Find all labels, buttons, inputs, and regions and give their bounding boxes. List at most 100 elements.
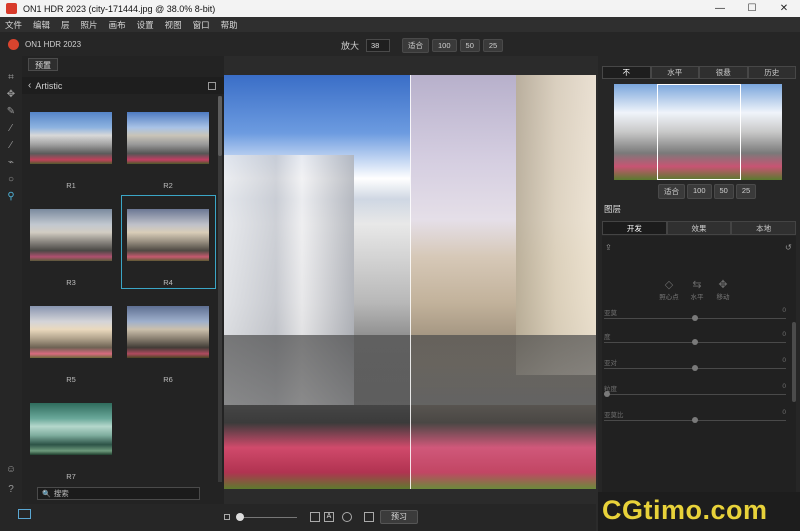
reset-icon[interactable]: ↺ [785, 243, 792, 252]
slider-row[interactable]: 亚莫比 0 [604, 409, 786, 425]
search-icon: 🔍 [42, 490, 51, 498]
menu-layer[interactable]: 层 [61, 19, 70, 31]
nav-50-button[interactable]: 50 [713, 184, 734, 199]
brush-size-slider[interactable] [237, 517, 297, 518]
export-icon[interactable]: ⇪ [605, 243, 612, 252]
close-button[interactable]: ✕ [768, 3, 800, 14]
user-icon[interactable]: ☺ [5, 464, 17, 476]
zoom-50-button[interactable]: 50 [459, 39, 480, 52]
layers-header: 图层 [604, 204, 622, 214]
search-placeholder: 搜索 [53, 489, 69, 498]
slider-knob[interactable] [236, 513, 244, 521]
app-name: ON1 HDR 2023 [25, 39, 82, 49]
preset-label: R7 [66, 472, 76, 481]
window-controls: — ☐ ✕ [704, 3, 800, 14]
preview-button[interactable]: 预习 [380, 510, 418, 524]
preset-thumb-r6[interactable] [127, 306, 209, 358]
nav-100-button[interactable]: 100 [687, 184, 712, 199]
category-title: Artistic [35, 80, 63, 91]
slider-knob[interactable] [692, 315, 698, 321]
tool-strip: ⌗ ✥ ✎ ⁄ ∕ ⌁ ○ ⚲ ☺ ? [0, 56, 22, 531]
gradient-tool-icon[interactable]: ∕ [5, 140, 17, 152]
zoom-100-button[interactable]: 100 [432, 39, 457, 52]
photo-canvas[interactable] [224, 75, 596, 489]
tab-history[interactable]: 历史 [747, 66, 796, 79]
minimize-button[interactable]: — [704, 3, 736, 14]
navigator-tabs: 不 水平 很悬 历史 [602, 66, 796, 79]
tab-effects[interactable]: 效果 [666, 221, 732, 235]
menu-bar: 文件 编辑 层 照片 画布 设置 视图 窗口 帮助 [0, 17, 800, 32]
slider-knob[interactable] [692, 365, 698, 371]
slider-row[interactable]: 亚莫 0 [604, 307, 786, 323]
masking-brush-icon[interactable]: ⁄ [5, 123, 17, 135]
preset-thumb-r2[interactable] [127, 112, 209, 164]
tab-navigator[interactable]: 不 [602, 66, 651, 79]
menu-window[interactable]: 窗口 [193, 19, 210, 31]
title-bar: ON1 HDR 2023 (city-171444.jpg @ 38.0% 8-… [0, 0, 800, 17]
menu-photo[interactable]: 照片 [81, 19, 98, 31]
app-logo-icon [8, 38, 19, 50]
tab-info[interactable]: 很悬 [699, 66, 748, 79]
menu-file[interactable]: 文件 [5, 19, 22, 31]
image-icon[interactable] [364, 512, 374, 522]
tab-develop[interactable]: 开发 [602, 221, 667, 235]
watermark: CGtimo.com [598, 492, 800, 531]
mask-icon: ◇ [664, 279, 674, 291]
slider-knob[interactable] [604, 391, 610, 397]
move-tool-icon[interactable]: ✥ [5, 89, 17, 101]
left-bottom-bar [0, 504, 224, 531]
clone-tool-icon[interactable]: ○ [5, 174, 17, 186]
nav-fit-button[interactable]: 适合 [658, 184, 685, 199]
tab-levels[interactable]: 水平 [650, 66, 699, 79]
menu-edit[interactable]: 编辑 [33, 19, 50, 31]
preset-search-input[interactable]: 🔍 搜索 [37, 487, 200, 500]
presets-tab[interactable]: 预置 [28, 58, 58, 71]
menu-canvas[interactable]: 画布 [109, 19, 126, 31]
retouch-tool-icon[interactable]: ⌁ [5, 157, 17, 169]
text-icon[interactable]: A [324, 512, 334, 522]
circle-icon[interactable] [342, 512, 352, 522]
app-icon [6, 3, 17, 14]
slider-row[interactable]: 亚对 0 [604, 357, 786, 373]
menu-help[interactable]: 帮助 [221, 19, 238, 31]
zoom-tool-icon[interactable]: ⚲ [5, 191, 17, 203]
mode-mask[interactable]: ◇ 照心点 [657, 278, 681, 301]
brush-tool-icon[interactable]: ✎ [5, 106, 17, 118]
menu-view[interactable]: 视图 [165, 19, 182, 31]
tab-local[interactable]: 本地 [731, 221, 797, 235]
preset-thumb-r3[interactable] [30, 209, 112, 261]
slider-knob[interactable] [692, 417, 698, 423]
mode-horizontal[interactable]: ⇆ 水平 [685, 278, 709, 301]
grid-view-icon[interactable] [208, 81, 216, 90]
nav-25-button[interactable]: 25 [735, 184, 757, 199]
small-square-icon [224, 514, 230, 520]
preset-label: R1 [66, 181, 76, 190]
maximize-button[interactable]: ☐ [736, 3, 768, 14]
split-divider[interactable] [410, 75, 411, 489]
help-icon[interactable]: ? [5, 484, 17, 496]
crop-tool-icon[interactable]: ⌗ [5, 72, 17, 84]
navigator-viewport[interactable] [657, 84, 741, 180]
zoom-select[interactable]: 38 [366, 39, 391, 52]
right-scrollbar[interactable] [792, 322, 796, 402]
mode-move[interactable]: ✥ 移动 [711, 278, 735, 301]
menu-settings[interactable]: 设置 [137, 19, 154, 31]
zoom-controls: 放大 38 适合 100 50 25 [341, 38, 504, 53]
preset-thumb-r5[interactable] [30, 306, 112, 358]
slider-knob[interactable] [692, 339, 698, 345]
preset-thumb-r1[interactable] [30, 112, 112, 164]
preset-label: R6 [163, 375, 173, 384]
square-icon[interactable] [310, 512, 320, 522]
back-chevron-icon[interactable]: ‹ [28, 80, 31, 91]
navigator-zoom: 适合 100 50 25 [658, 184, 757, 199]
slider-row[interactable]: 度0 [604, 331, 786, 347]
preset-label: R2 [163, 181, 173, 190]
navigator-preview[interactable] [614, 84, 782, 180]
zoom-fit-button[interactable]: 适合 [402, 38, 430, 53]
preset-thumb-r7[interactable] [30, 403, 112, 455]
zoom-25-button[interactable]: 25 [482, 39, 504, 52]
slider-row[interactable]: 粒度 0 [604, 383, 786, 399]
compare-view-icon[interactable] [18, 509, 31, 519]
building-right [516, 75, 596, 375]
presets-scrollbar[interactable] [218, 96, 222, 482]
